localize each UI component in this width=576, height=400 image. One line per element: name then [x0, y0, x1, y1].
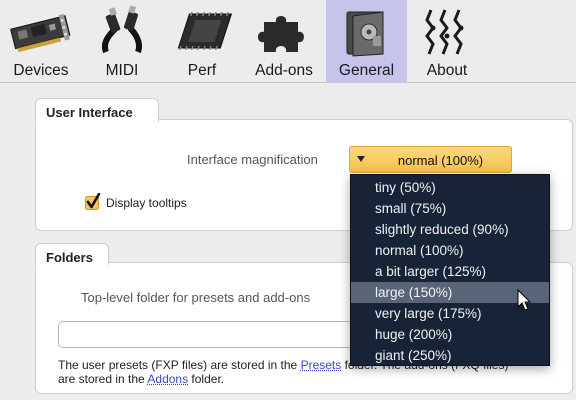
- dropdown-option[interactable]: tiny (50%): [351, 177, 549, 198]
- tab-about[interactable]: About: [407, 0, 487, 83]
- chevron-down-icon: [357, 156, 365, 162]
- midi-connector-icon: [102, 6, 142, 54]
- magnification-value: normal (100%): [397, 153, 484, 168]
- tab-addons[interactable]: Add-ons: [242, 0, 326, 83]
- magnification-dropdown: tiny (50%) small (75%) slightly reduced …: [350, 174, 550, 366]
- top-level-folder-label: Top-level folder for presets and add-ons: [81, 290, 311, 305]
- preferences-toolbar: Devices MIDI Perf Add-ons General About: [0, 0, 576, 83]
- tab-perf-label: Perf: [187, 62, 217, 79]
- dropdown-option[interactable]: giant (250%): [351, 345, 549, 366]
- dropdown-option[interactable]: huge (200%): [351, 324, 549, 345]
- signal-wave-icon: [425, 9, 464, 55]
- note-text: The user presets (FXP files) are stored …: [58, 358, 301, 372]
- tab-general-label: General: [338, 62, 395, 79]
- folder-path-field[interactable]: [58, 321, 358, 348]
- dropdown-option[interactable]: slightly reduced (90%): [351, 219, 549, 240]
- folder-icon: [346, 11, 383, 57]
- note-text: are stored in the: [58, 372, 148, 386]
- tab-midi[interactable]: MIDI: [82, 0, 162, 83]
- presets-link[interactable]: Presets: [301, 358, 342, 372]
- addons-link[interactable]: Addons: [147, 372, 188, 386]
- dropdown-option[interactable]: a bit larger (125%): [351, 261, 549, 282]
- tooltips-label: Display tooltips: [106, 196, 187, 210]
- tab-devices[interactable]: Devices: [0, 0, 82, 83]
- tab-addons-label: Add-ons: [255, 62, 313, 79]
- cpu-chip-icon: [177, 12, 232, 50]
- tab-general[interactable]: General: [326, 0, 407, 83]
- tooltips-checkbox[interactable]: [84, 193, 102, 211]
- dropdown-option[interactable]: small (75%): [351, 198, 549, 219]
- magnification-combo[interactable]: normal (100%): [349, 146, 512, 173]
- user-interface-title: User Interface: [35, 98, 159, 124]
- tab-devices-label: Devices: [13, 62, 69, 79]
- folders-title: Folders: [35, 243, 109, 267]
- note-text: folder.: [188, 372, 225, 386]
- puzzle-piece-icon: [258, 16, 304, 52]
- mouse-cursor-icon: [517, 289, 532, 311]
- interface-magnification-label: Interface magnification: [187, 152, 318, 167]
- tab-midi-label: MIDI: [105, 62, 139, 79]
- addons-note-line2: are stored in the Addons folder.: [58, 372, 224, 386]
- tab-about-label: About: [426, 62, 468, 79]
- sound-card-icon: [10, 14, 71, 53]
- tab-perf[interactable]: Perf: [162, 0, 242, 83]
- dropdown-option[interactable]: normal (100%): [351, 240, 549, 261]
